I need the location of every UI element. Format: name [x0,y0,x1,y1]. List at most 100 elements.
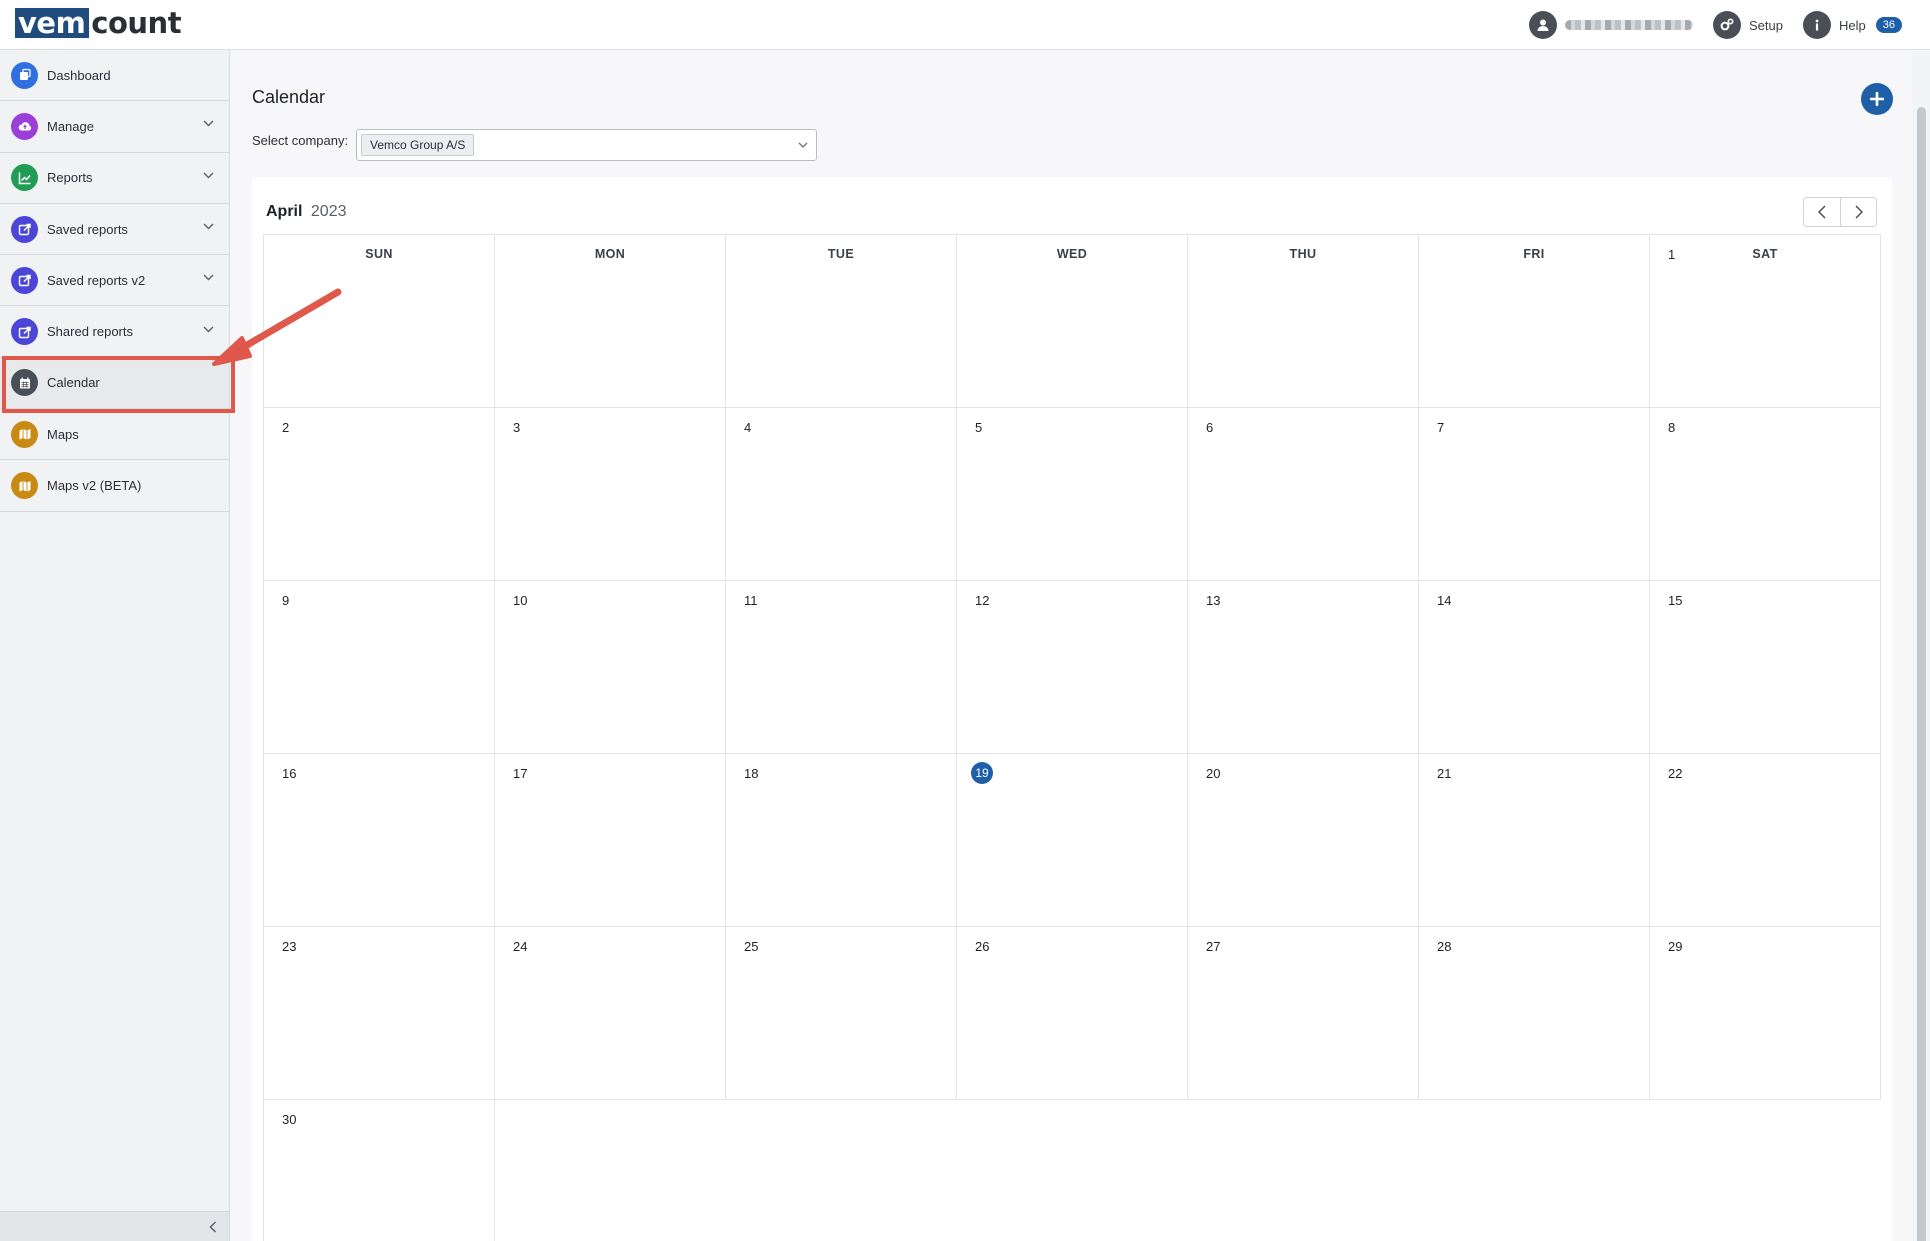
day-number: 2 [282,420,290,435]
add-event-button[interactable] [1861,83,1893,115]
page-title: Calendar [252,87,326,107]
user-menu[interactable] [1529,11,1694,39]
calendar-day-cell[interactable]: SAT 1 [1650,235,1881,408]
sidebar-item-saved-reports[interactable]: Saved reports [0,204,229,256]
calendar-day-cell[interactable]: 23 [264,927,495,1100]
sidebar-item-label: Manage [47,118,94,134]
calendar-day-cell[interactable]: 5 [957,408,1188,581]
calendar-day-cell[interactable]: 8 [1650,408,1881,581]
calendar-day-cell[interactable]: 9 [264,581,495,754]
sidebar-nav: Dashboard Manage Reports Saved reports Saved… [0,50,229,512]
company-selected-tag[interactable]: Vemco Group A/S [361,134,475,156]
calendar-day-cell[interactable]: 28 [1419,927,1650,1100]
vemcount-logo[interactable]: vem count [15,6,182,40]
day-number: 15 [1668,593,1683,608]
day-number: 3 [513,420,521,435]
chevron-down-icon [203,274,214,281]
day-number: 5 [975,420,983,435]
calendar-day-cell[interactable]: 7 [1419,408,1650,581]
day-number: 18 [744,766,759,781]
calendar-empty-cell [1419,1100,1650,1241]
calendar-day-cell[interactable]: 22 [1650,754,1881,927]
logo-part-count: count [91,6,182,40]
share-icon [11,215,38,243]
sidebar-item-manage[interactable]: Manage [0,101,229,153]
calendar-day-cell[interactable]: 6 [1188,408,1419,581]
share-icon [11,266,38,294]
help-menu[interactable]: Help 36 [1803,11,1902,39]
calendar-day-cell[interactable]: 15 [1650,581,1881,754]
plus-icon [1870,92,1884,106]
calendar-day-cell[interactable]: 24 [495,927,726,1100]
sidebar-collapse-button[interactable] [0,1211,229,1241]
calendar-day-cell[interactable]: 16 [264,754,495,927]
company-select[interactable]: Vemco Group A/S [356,129,817,161]
sidebar-item-shared-reports[interactable]: Shared reports [0,306,229,358]
top-bar: vem count Setup Help 36 [0,0,1930,50]
calendar-day-cell[interactable]: 17 [495,754,726,927]
month-navigation [1803,197,1877,227]
day-number: 21 [1437,766,1452,781]
weekday-header: WED [1056,247,1088,261]
weekday-header: FRI [1523,247,1545,261]
calendar-empty-cell [957,1100,1188,1241]
day-number: 6 [1206,420,1214,435]
page-scrollbar[interactable] [1912,51,1930,1241]
chart-icon [11,164,38,192]
calendar-empty-cell [726,1100,957,1241]
company-select-label: Select company: [252,133,349,148]
setup-label: Setup [1749,17,1783,33]
chevron-left-icon [1818,205,1826,219]
chevron-down-icon [203,172,214,179]
day-number: 9 [282,593,290,608]
sidebar-item-dashboard[interactable]: Dashboard [0,50,229,102]
calendar-day-cell[interactable]: 20 [1188,754,1419,927]
info-icon [1803,11,1831,39]
calendar-day-cell[interactable]: 25 [726,927,957,1100]
calendar-day-cell[interactable]: 26 [957,927,1188,1100]
sidebar-item-label: Calendar [47,375,100,391]
calendar-month: April [266,203,303,220]
calendar-day-cell[interactable]: 29 [1650,927,1881,1100]
calendar-day-cell[interactable]: 12 [957,581,1188,754]
day-number: 11 [744,593,758,608]
day-number: 26 [975,939,990,954]
day-number: 7 [1437,420,1445,435]
calendar-day-cell[interactable]: 10 [495,581,726,754]
scrollbar-thumb[interactable] [1917,107,1926,1241]
calendar-day-cell[interactable]: 27 [1188,927,1419,1100]
calendar-empty-cell: SUN [264,235,495,408]
calendar-day-cell[interactable]: 18 [726,754,957,927]
previous-month-button[interactable] [1804,198,1840,226]
sidebar-item-calendar[interactable]: Calendar [0,357,229,410]
map-icon [11,420,38,448]
calendar-day-cell[interactable]: 4 [726,408,957,581]
day-number: 23 [282,939,297,954]
calendar-day-cell[interactable]: 13 [1188,581,1419,754]
help-label: Help [1839,17,1866,33]
sidebar-item-reports[interactable]: Reports [0,153,229,204]
calendar-day-cell[interactable]: 11 [726,581,957,754]
calendar-empty-cell [1650,1100,1881,1241]
day-number: 17 [513,766,528,781]
day-number: 12 [975,593,990,608]
sidebar-item-maps[interactable]: Maps [0,409,229,461]
weekday-header: SUN [365,247,393,261]
weekday-header: SAT [1752,247,1778,261]
sidebar-item-maps-v2-beta[interactable]: Maps v2 (BETA) [0,460,229,512]
logo-part-vem: vem [15,8,90,38]
calendar-day-cell[interactable]: 30 [264,1100,495,1241]
next-month-button[interactable] [1840,198,1876,226]
calendar-day-cell[interactable]: 14 [1419,581,1650,754]
sidebar-item-label: Saved reports v2 [47,272,146,288]
calendar-empty-cell [1188,1100,1419,1241]
calendar-day-cell[interactable]: 2 [264,408,495,581]
day-number: 13 [1206,593,1221,608]
day-number: 30 [282,1112,297,1127]
setup-menu[interactable]: Setup [1713,11,1783,39]
calendar-day-cell[interactable]: 21 [1419,754,1650,927]
weekday-header: THU [1289,247,1317,261]
sidebar-item-saved-reports-v2[interactable]: Saved reports v2 [0,255,229,307]
calendar-day-cell[interactable]: 3 [495,408,726,581]
calendar-day-cell[interactable]: 19 [957,754,1188,927]
